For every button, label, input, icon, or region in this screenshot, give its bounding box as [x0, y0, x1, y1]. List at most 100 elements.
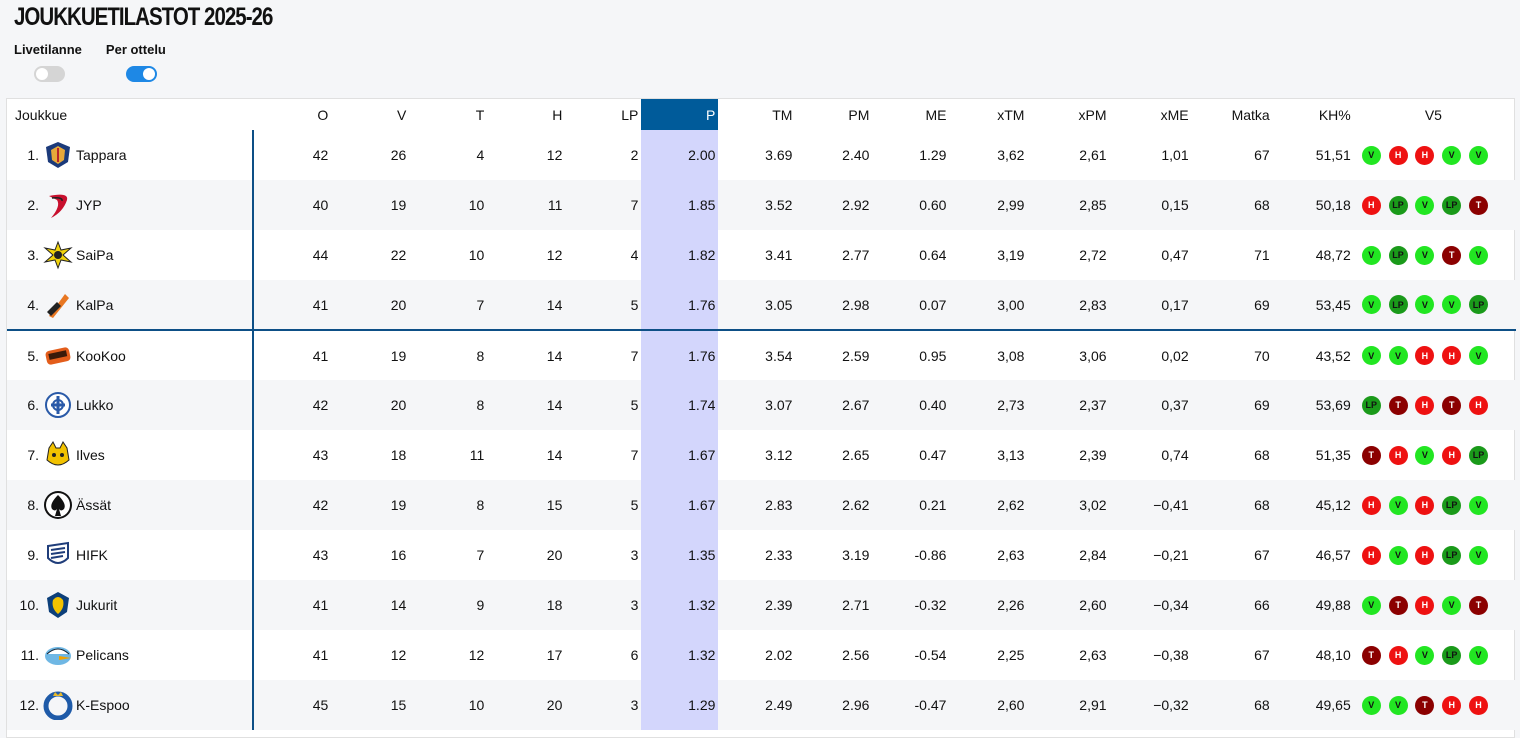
- team-name-link[interactable]: Lukko: [76, 397, 113, 413]
- table-row[interactable]: 6. Lukko 42 20 8 14 5 1.74 3.07 2.67 0.40 2,73 2,37 0…: [7, 380, 1516, 430]
- result-badge[interactable]: H: [1361, 195, 1381, 215]
- result-badge[interactable]: H: [1415, 145, 1435, 165]
- table-row[interactable]: 3. SaiPa 44 22 10 12 4 1.82 3.41 2.77 0.64 3,19 2,72…: [7, 230, 1516, 280]
- result-badge[interactable]: V: [1361, 695, 1381, 715]
- team-name-link[interactable]: SaiPa: [76, 247, 113, 263]
- column-header-v5[interactable]: V5: [1354, 99, 1516, 130]
- result-badge[interactable]: H: [1361, 495, 1381, 515]
- column-header-t[interactable]: T: [409, 99, 487, 130]
- result-badge[interactable]: V: [1361, 295, 1381, 314]
- column-header-v[interactable]: V: [331, 99, 409, 130]
- result-badge[interactable]: H: [1415, 545, 1435, 565]
- team-cell[interactable]: 4. KalPa: [7, 280, 255, 331]
- result-badge[interactable]: V: [1388, 695, 1408, 715]
- result-badge[interactable]: V: [1469, 245, 1488, 265]
- result-badge[interactable]: V: [1442, 145, 1462, 165]
- result-badge[interactable]: V: [1361, 145, 1381, 165]
- team-name-link[interactable]: HIFK: [76, 547, 108, 563]
- team-cell[interactable]: 7. Ilves: [7, 430, 255, 480]
- column-header-matka[interactable]: Matka: [1192, 99, 1273, 130]
- column-header-h[interactable]: H: [487, 99, 565, 130]
- result-badge[interactable]: V: [1415, 445, 1435, 465]
- per-ottelu-switch[interactable]: [125, 66, 157, 82]
- result-badge[interactable]: H: [1415, 595, 1435, 615]
- result-badge[interactable]: LP: [1388, 295, 1408, 314]
- team-cell[interactable]: 1. Tappara: [7, 130, 255, 180]
- result-badge[interactable]: H: [1415, 495, 1435, 515]
- result-badge[interactable]: LP: [1469, 295, 1488, 314]
- column-header-o[interactable]: O: [253, 99, 331, 130]
- result-badge[interactable]: V: [1388, 346, 1408, 365]
- table-row[interactable]: 8. Ässät 42 19 8 15 5 1.67 2.83 2.62 0.21 2,62 3,02−…: [7, 480, 1516, 530]
- result-badge[interactable]: LP: [1361, 395, 1381, 415]
- column-header-xme[interactable]: xME: [1110, 99, 1192, 130]
- team-cell[interactable]: 5. KooKoo: [7, 330, 255, 380]
- result-badge[interactable]: H: [1442, 445, 1462, 465]
- result-badge[interactable]: H: [1388, 145, 1408, 165]
- column-header-lp[interactable]: LP: [565, 99, 641, 130]
- result-badge[interactable]: LP: [1442, 195, 1462, 215]
- column-header-me[interactable]: ME: [872, 99, 949, 130]
- result-badge[interactable]: T: [1469, 595, 1488, 615]
- result-badge[interactable]: V: [1469, 145, 1488, 165]
- table-row[interactable]: 12. K-Espoo 45 15 10 20 3 1.29 2.49 2.96 -0.47 2,60…: [7, 680, 1516, 730]
- table-row[interactable]: 9. HIFK 43 16 7 20 3 1.35 2.33 3.19 -0.86 2,63 2,84 −…: [7, 530, 1516, 580]
- result-badge[interactable]: LP: [1388, 195, 1408, 215]
- team-name-link[interactable]: Pelicans: [76, 647, 129, 663]
- result-badge[interactable]: LP: [1469, 445, 1488, 465]
- result-badge[interactable]: H: [1388, 645, 1408, 665]
- result-badge[interactable]: V: [1469, 346, 1488, 365]
- team-cell[interactable]: 10. Jukurit: [7, 580, 255, 630]
- team-name-link[interactable]: Ässät: [76, 497, 111, 513]
- result-badge[interactable]: H: [1469, 695, 1488, 715]
- result-badge[interactable]: V: [1388, 545, 1408, 565]
- team-cell[interactable]: 11. Pelicans: [7, 630, 255, 680]
- result-badge[interactable]: V: [1415, 295, 1435, 314]
- result-badge[interactable]: H: [1442, 695, 1462, 715]
- team-cell[interactable]: 9. HIFK: [7, 530, 255, 580]
- team-name-link[interactable]: Tappara: [76, 147, 127, 163]
- table-row[interactable]: 11. Pelicans 41 12 12 17 6 1.32 2.02 2.56 -0.54 2,2…: [7, 630, 1516, 680]
- column-header-joukkue[interactable]: Joukkue: [7, 99, 253, 130]
- result-badge[interactable]: T: [1388, 395, 1408, 415]
- column-header-tm[interactable]: TM: [718, 99, 795, 130]
- table-row[interactable]: 5. KooKoo 41 19 8 14 7 1.76 3.54 2.59 0.95 3,08 3,06…: [7, 330, 1516, 380]
- livetilanne-switch[interactable]: [34, 66, 65, 82]
- team-name-link[interactable]: KalPa: [76, 297, 113, 313]
- result-badge[interactable]: LP: [1442, 545, 1462, 565]
- result-badge[interactable]: V: [1361, 595, 1381, 615]
- table-row[interactable]: 1. Tappara 42 26 4 12 2 2.00 3.69 2.40 1.29 3,62 2,6…: [7, 130, 1516, 180]
- team-name-link[interactable]: JYP: [76, 197, 102, 213]
- result-badge[interactable]: T: [1415, 695, 1435, 715]
- team-name-link[interactable]: Ilves: [76, 447, 105, 463]
- result-badge[interactable]: V: [1442, 295, 1462, 314]
- column-header-xtm[interactable]: xTM: [949, 99, 1027, 130]
- result-badge[interactable]: V: [1469, 545, 1488, 565]
- result-badge[interactable]: V: [1469, 645, 1488, 665]
- team-name-link[interactable]: KooKoo: [76, 348, 126, 364]
- result-badge[interactable]: V: [1361, 245, 1381, 265]
- team-cell[interactable]: 2. JYP: [7, 180, 255, 230]
- column-header-pm[interactable]: PM: [795, 99, 872, 130]
- column-header-p[interactable]: P: [641, 99, 719, 130]
- result-badge[interactable]: V: [1442, 595, 1462, 615]
- team-cell[interactable]: 12. K-Espoo: [7, 680, 255, 730]
- result-badge[interactable]: T: [1442, 395, 1462, 415]
- result-badge[interactable]: T: [1469, 195, 1488, 215]
- result-badge[interactable]: V: [1415, 645, 1435, 665]
- table-row[interactable]: 7. Ilves 43 18 11 14 7 1.67 3.12 2.65 0.47 3,13 2,39…: [7, 430, 1516, 480]
- result-badge[interactable]: H: [1415, 346, 1435, 365]
- result-badge[interactable]: V: [1361, 346, 1381, 365]
- result-badge[interactable]: H: [1388, 445, 1408, 465]
- result-badge[interactable]: H: [1361, 545, 1381, 565]
- result-badge[interactable]: V: [1415, 245, 1435, 265]
- table-row[interactable]: 10. Jukurit 41 14 9 18 3 1.32 2.39 2.71 -0.32 2,26 2…: [7, 580, 1516, 630]
- result-badge[interactable]: T: [1442, 245, 1462, 265]
- column-header-khpct[interactable]: KH%: [1273, 99, 1354, 130]
- table-row[interactable]: 4. KalPa 41 20 7 14 5 1.76 3.05 2.98 0.07 3,00 2,83 0…: [7, 280, 1516, 331]
- team-name-link[interactable]: Jukurit: [76, 597, 117, 613]
- result-badge[interactable]: T: [1361, 445, 1381, 465]
- result-badge[interactable]: V: [1469, 495, 1488, 515]
- result-badge[interactable]: V: [1388, 495, 1408, 515]
- result-badge[interactable]: T: [1388, 595, 1408, 615]
